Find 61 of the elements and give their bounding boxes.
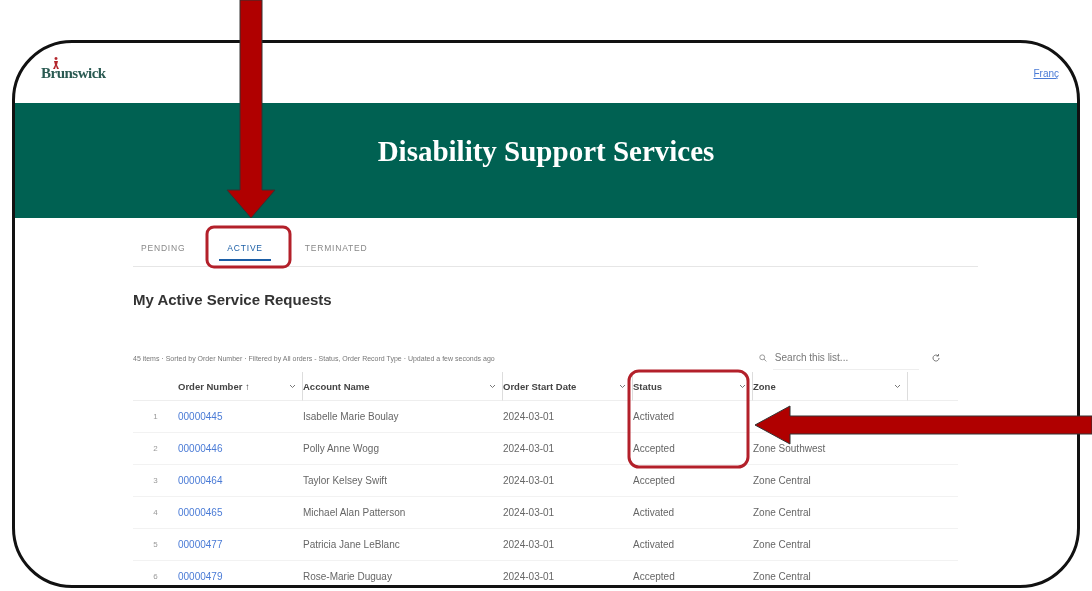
list-title: My Active Service Requests: [133, 291, 333, 308]
tab[interactable]: PENDING: [133, 237, 194, 261]
table-cell: Activated: [633, 497, 753, 529]
column-header[interactable]: Account Name: [303, 372, 503, 401]
table-cell: Michael Alan Patterson: [303, 497, 503, 529]
table-cell: 2024-03-01: [503, 465, 633, 497]
refresh-icon: [931, 353, 941, 363]
order-link[interactable]: 00000479: [178, 571, 223, 582]
table-cell: Polly Anne Wogg: [303, 433, 503, 465]
search-icon: [759, 354, 767, 362]
row-number: 2: [133, 433, 178, 465]
column-header-label: Order Start Date: [503, 380, 577, 392]
table-cell: Taylor Kelsey Swift: [303, 465, 503, 497]
column-header[interactable]: Zone: [753, 372, 908, 401]
row-number: 1: [133, 401, 178, 433]
order-link[interactable]: 00000446: [178, 443, 223, 454]
table-cell: 2024-03-01: [503, 497, 633, 529]
logo-text[interactable]: Brunswick: [41, 64, 106, 82]
column-header-label: Order Number ↑: [178, 380, 250, 392]
table-cell: Zone Central: [753, 529, 908, 561]
row-number: 5: [133, 529, 178, 561]
tab[interactable]: TERMINATED: [296, 237, 376, 261]
search-field[interactable]: Search this list...: [772, 346, 919, 370]
table-cell: Accepted: [633, 465, 753, 497]
table-cell: Zone Central: [753, 465, 908, 497]
column-header-label: Zone: [753, 380, 776, 392]
table-cell: Activated: [633, 401, 753, 433]
table-cell: Isabelle Marie Boulay: [303, 401, 503, 433]
table-cell: Accepted: [633, 561, 753, 585]
row-number: 3: [133, 465, 178, 497]
table-cell: Rose-Marie Duguay: [303, 561, 503, 585]
table-cell: 2024-03-01: [503, 433, 633, 465]
language-link[interactable]: Franç: [1033, 67, 1059, 79]
row-number: 4: [133, 497, 178, 529]
chevron-down-icon[interactable]: [489, 383, 496, 389]
table-cell: Zone Central: [753, 561, 908, 585]
column-header[interactable]: Status: [633, 372, 753, 401]
refresh-button[interactable]: [929, 351, 943, 365]
table-cell: Patricia Jane LeBlanc: [303, 529, 503, 561]
tab[interactable]: ACTIVE: [219, 237, 271, 261]
chevron-down-icon[interactable]: [619, 383, 626, 389]
order-link[interactable]: 00000464: [178, 475, 223, 486]
order-link[interactable]: 00000445: [178, 411, 223, 422]
column-header-label: Status: [633, 380, 663, 392]
column-header[interactable]: Order Number ↑: [178, 372, 303, 401]
row-number: 6: [133, 561, 178, 585]
chevron-down-icon[interactable]: [739, 383, 746, 389]
figure-icon: [51, 55, 61, 70]
order-link[interactable]: 00000477: [178, 539, 223, 550]
chevron-down-icon[interactable]: [894, 383, 901, 389]
table-cell: Zone Central: [753, 497, 908, 529]
column-header[interactable]: Order Start Date: [503, 372, 633, 401]
table-cell: 2024-03-01: [503, 561, 633, 585]
table-cell: 2024-03-01: [503, 529, 633, 561]
table-cell: Accepted: [633, 433, 753, 465]
banner-title: Disability Support Services: [377, 135, 715, 168]
chevron-down-icon[interactable]: [289, 383, 296, 389]
table-cell: 2024-03-01: [503, 401, 633, 433]
column-header-label: Account Name: [303, 380, 370, 392]
order-link[interactable]: 00000465: [178, 507, 223, 518]
table-cell: Activated: [633, 529, 753, 561]
